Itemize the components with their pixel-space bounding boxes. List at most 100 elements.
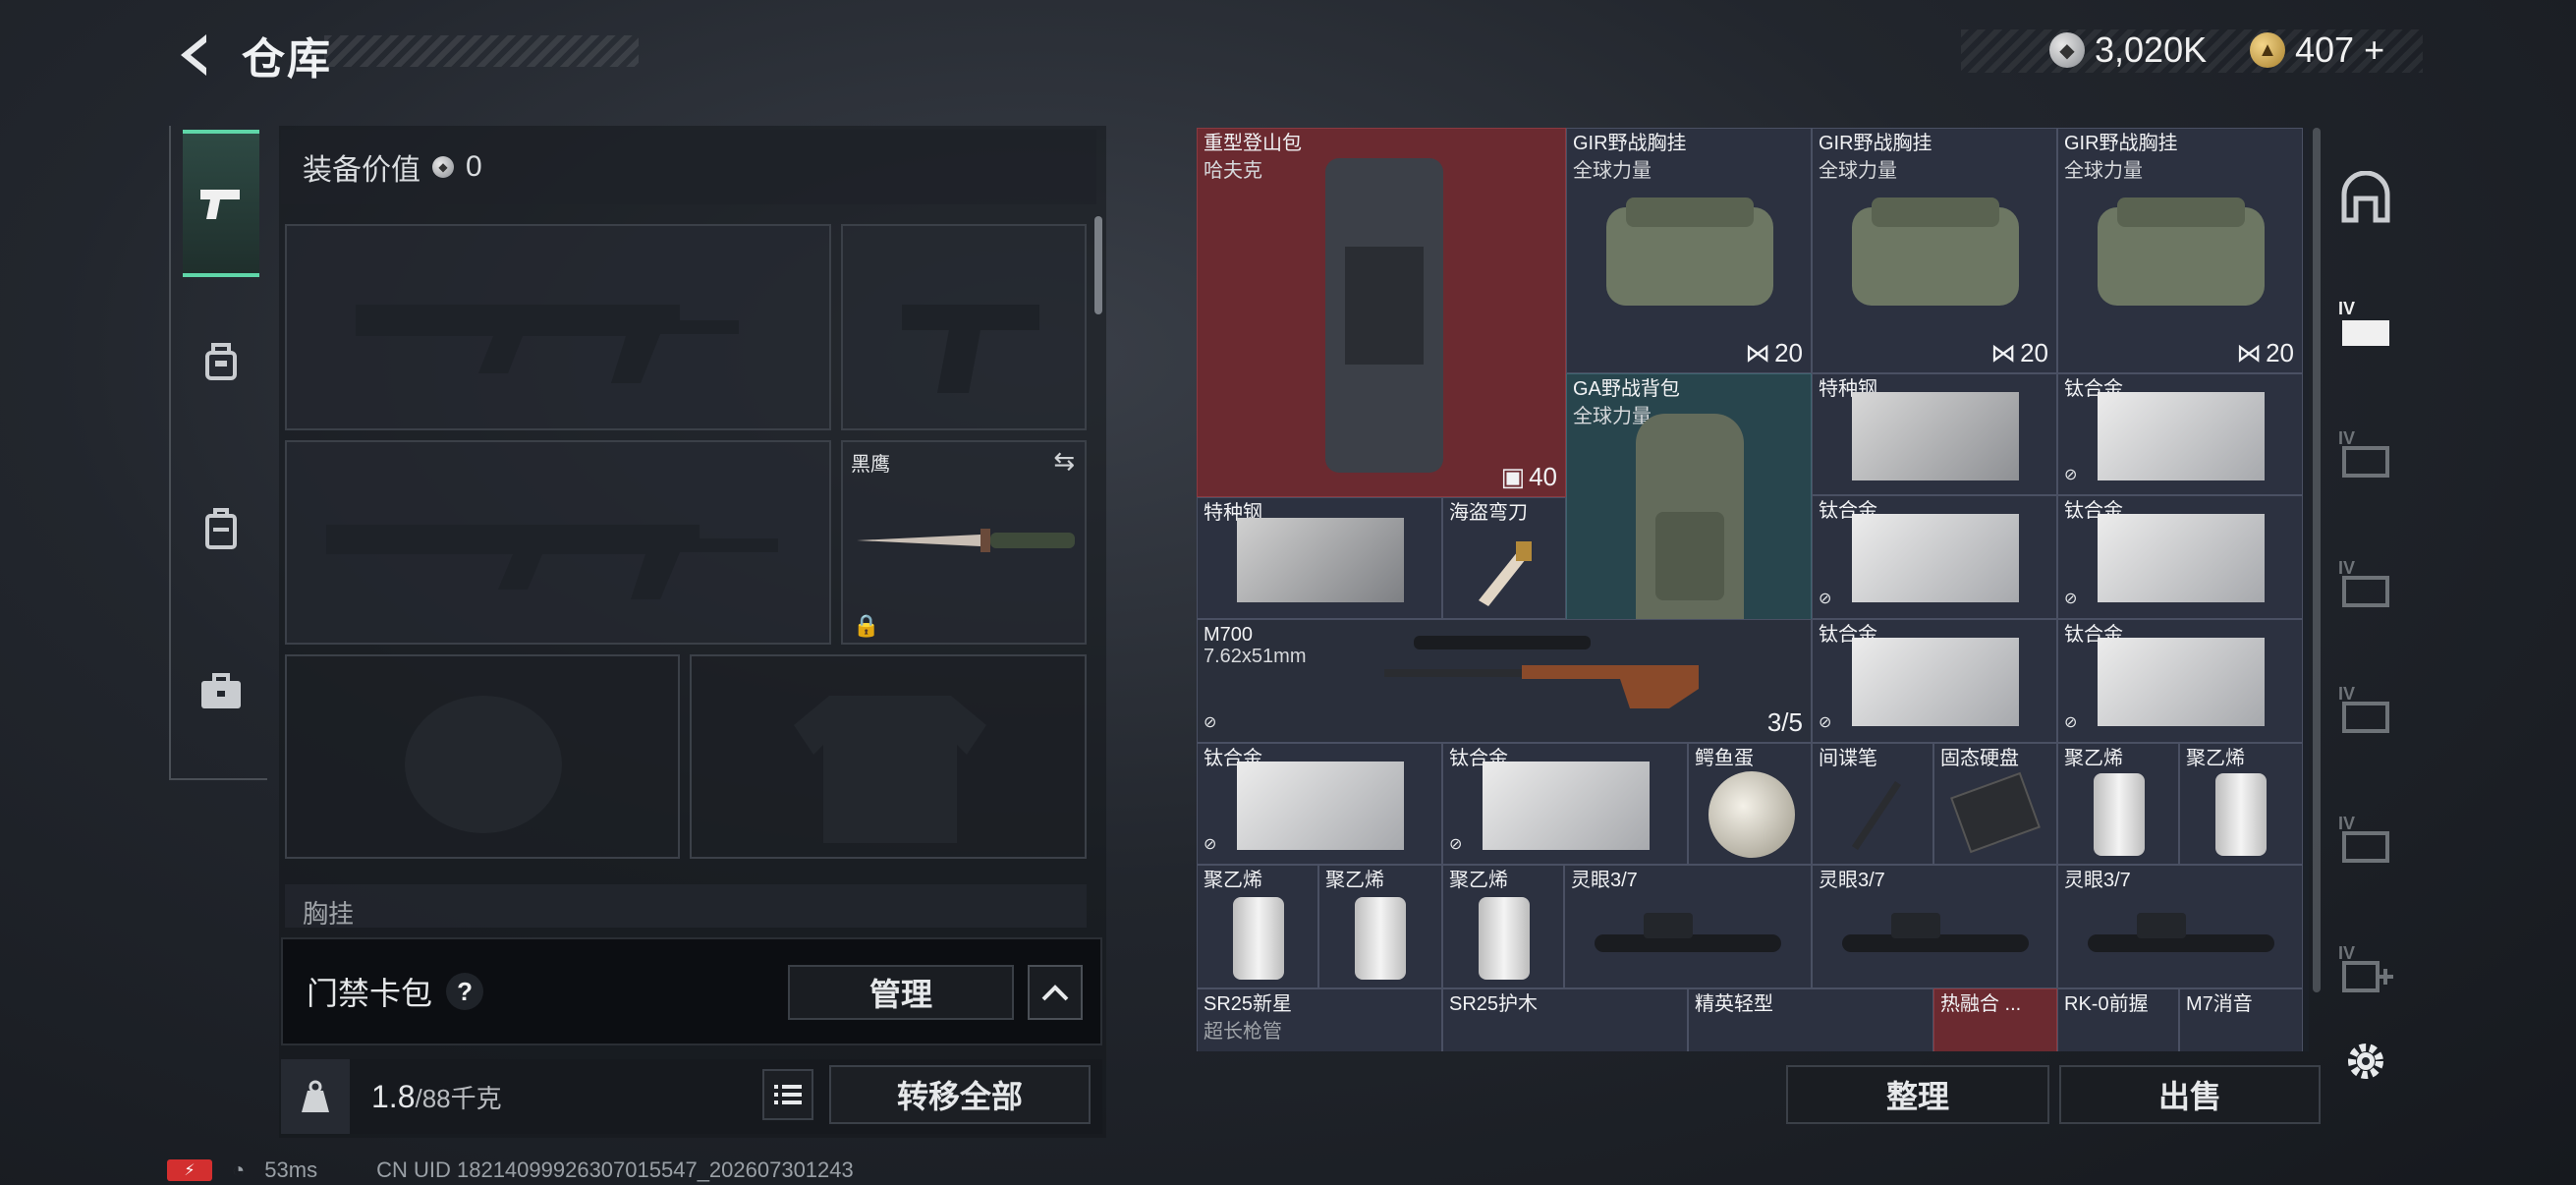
storage-item[interactable]: 聚乙烯 — [1318, 865, 1442, 988]
storage-item[interactable]: 海盗弯刀 — [1442, 497, 1566, 619]
spy-pen-icon — [1852, 781, 1901, 850]
item-name: 聚乙烯 — [2186, 748, 2245, 769]
storage-item[interactable]: 钛合金 ⊘ — [1812, 619, 2057, 743]
storage-grid: 重型登山包 哈夫克 ▣ 40 GIR野战胸挂 全球力量 ⋈ 20 GIR野战胸挂 全… — [1197, 128, 2309, 1051]
storage-item[interactable]: 钛合金 ⊘ — [2057, 619, 2303, 743]
list-view-button[interactable] — [762, 1069, 813, 1120]
storage-item[interactable]: 灵眼3/7 — [1812, 865, 2057, 988]
primary-weapon-slot[interactable] — [285, 224, 831, 430]
storage-item[interactable]: 重型登山包 哈夫克 ▣ 40 — [1197, 128, 1566, 497]
gold-currency[interactable]: ▲ 407 + — [2250, 26, 2384, 75]
gear-icon — [2348, 1044, 2383, 1079]
secondary-weapon-slot[interactable] — [285, 440, 831, 645]
tab-storage-3[interactable]: IV — [2332, 548, 2399, 615]
storage-item[interactable]: 钛合金 ⊘ — [2057, 495, 2303, 619]
storage-iv-icon: IV — [2338, 299, 2389, 346]
storage-item[interactable]: 聚乙烯 — [1197, 865, 1318, 988]
storage-item[interactable]: GIR野战胸挂 全球力量 ⋈ 20 — [2057, 128, 2303, 373]
storage-item[interactable]: 灵眼3/7 — [2057, 865, 2303, 988]
nav-case[interactable] — [183, 617, 259, 764]
storage-item[interactable]: 钛合金 ⊘ — [2057, 373, 2303, 495]
storage-item[interactable]: 钛合金 ⊘ — [1442, 743, 1688, 865]
nav-backpack[interactable] — [183, 454, 259, 601]
tab-storage-1[interactable]: IV — [2332, 289, 2399, 356]
expand-button[interactable] — [1028, 965, 1083, 1020]
armor-slot[interactable] — [690, 654, 1087, 859]
rifle-silhouette-icon — [356, 305, 739, 383]
storage-item[interactable]: 聚乙烯 — [2057, 743, 2179, 865]
no-sell-icon: ⊘ — [2064, 714, 2078, 731]
sell-button[interactable]: 出售 — [2059, 1065, 2321, 1124]
storage-item[interactable]: 钛合金 ⊘ — [1812, 495, 2057, 619]
storage-item[interactable]: 热融合 ... — [1933, 988, 2057, 1051]
count-value: 40 — [1529, 462, 1557, 491]
gold-coin-icon: ▲ — [2250, 32, 2285, 68]
storage-item[interactable]: RK-0前握 — [2057, 988, 2179, 1051]
storage-item[interactable]: SR25新星 超长枪管 — [1197, 988, 1442, 1051]
item-sub: 哈夫克 — [1204, 160, 1262, 182]
storage-item[interactable]: GIR野战胸挂 全球力量 ⋈ 20 — [1566, 128, 1812, 373]
storage-item[interactable]: 精英轻型 — [1688, 988, 1933, 1051]
tab-overview[interactable] — [2332, 165, 2399, 232]
machete-item-icon — [1479, 541, 1532, 606]
loadout-scrollbar[interactable] — [1094, 216, 1102, 314]
tab-storage-5[interactable]: IV — [2332, 804, 2399, 871]
chest-rig-section: 胸挂 — [285, 884, 1087, 928]
status-bar: ⚡ ◔ 53ms CN UID 18214099926307015547_202… — [167, 1157, 854, 1183]
count-value: 20 — [2020, 338, 2048, 367]
settings-button[interactable] — [2332, 1028, 2399, 1095]
tab-storage-2[interactable]: IV — [2332, 419, 2399, 485]
knife-icon — [857, 529, 1075, 552]
silver-currency: ◆ 3,020K — [2049, 26, 2207, 75]
ping-value: 53ms — [264, 1157, 318, 1182]
help-icon[interactable]: ? — [446, 973, 484, 1010]
helmet-silhouette-icon — [405, 696, 562, 833]
storage-item[interactable]: SR25护木 — [1442, 988, 1688, 1051]
titanium-ingot-icon — [1483, 762, 1650, 850]
gold-value: 407 — [2295, 29, 2355, 70]
item-name: 聚乙烯 — [1325, 870, 1384, 891]
storage-item[interactable]: 鳄鱼蛋 — [1688, 743, 1812, 865]
tab-storage-4[interactable]: IV — [2332, 674, 2399, 741]
no-sell-icon: ⊘ — [1204, 714, 1217, 731]
swap-icon[interactable]: ⇆ — [1053, 446, 1075, 477]
transfer-all-button[interactable]: 转移全部 — [829, 1065, 1091, 1124]
storage-item[interactable]: 灵眼3/7 — [1564, 865, 1812, 988]
battery-icon: ⚡ — [167, 1159, 212, 1181]
crocodile-egg-icon — [1708, 771, 1795, 858]
nav-weapons[interactable] — [183, 130, 259, 277]
storage-item[interactable]: 特种钢 — [1197, 497, 1442, 619]
sort-button[interactable]: 整理 — [1786, 1065, 2049, 1124]
sidearm-slot[interactable] — [841, 224, 1087, 430]
storage-item[interactable]: M7消音 — [2179, 988, 2303, 1051]
back-button[interactable] — [165, 26, 228, 85]
no-sell-icon: ⊘ — [2064, 467, 2078, 483]
silver-coin-icon: ◆ — [432, 156, 454, 178]
item-name: 鳄鱼蛋 — [1695, 748, 1754, 769]
plus-icon[interactable]: + — [2364, 29, 2384, 71]
manage-button[interactable]: 管理 — [788, 965, 1014, 1020]
weight-icon — [281, 1059, 350, 1134]
item-name: 灵眼3/7 — [1571, 870, 1638, 891]
item-name: GIR野战胸挂 — [1573, 133, 1687, 154]
armor-silhouette-icon — [794, 696, 986, 843]
nav-equipment[interactable] — [183, 287, 259, 434]
chest-rig-item-icon — [1852, 198, 2019, 306]
item-count: ⋈ 20 — [1990, 338, 2048, 368]
storage-item[interactable]: GIR野战胸挂 全球力量 ⋈ 20 — [1812, 128, 2057, 373]
storage-item[interactable]: 钛合金 ⊘ — [1197, 743, 1442, 865]
storage-item[interactable]: M700 7.62x51mm ⊘ 3/5 — [1197, 619, 1812, 743]
storage-item[interactable]: 间谍笔 — [1812, 743, 1933, 865]
storage-item[interactable]: 聚乙烯 — [1442, 865, 1564, 988]
melee-slot[interactable]: 黑鹰 ⇆ 🔒 — [841, 440, 1087, 645]
storage-item[interactable]: 特种钢 — [1812, 373, 2057, 495]
item-name: 精英轻型 — [1695, 993, 1773, 1015]
chest-rig-item-icon — [1606, 198, 1773, 306]
tab-storage-add[interactable]: IV — [2332, 933, 2399, 1000]
helmet-slot[interactable] — [285, 654, 680, 859]
equip-value: 0 — [466, 150, 482, 183]
storage-item[interactable]: 固态硬盘 — [1933, 743, 2057, 865]
item-name: RK-0前握 — [2064, 993, 2149, 1015]
storage-scrollbar[interactable] — [2313, 128, 2321, 992]
storage-item[interactable]: 聚乙烯 — [2179, 743, 2303, 865]
